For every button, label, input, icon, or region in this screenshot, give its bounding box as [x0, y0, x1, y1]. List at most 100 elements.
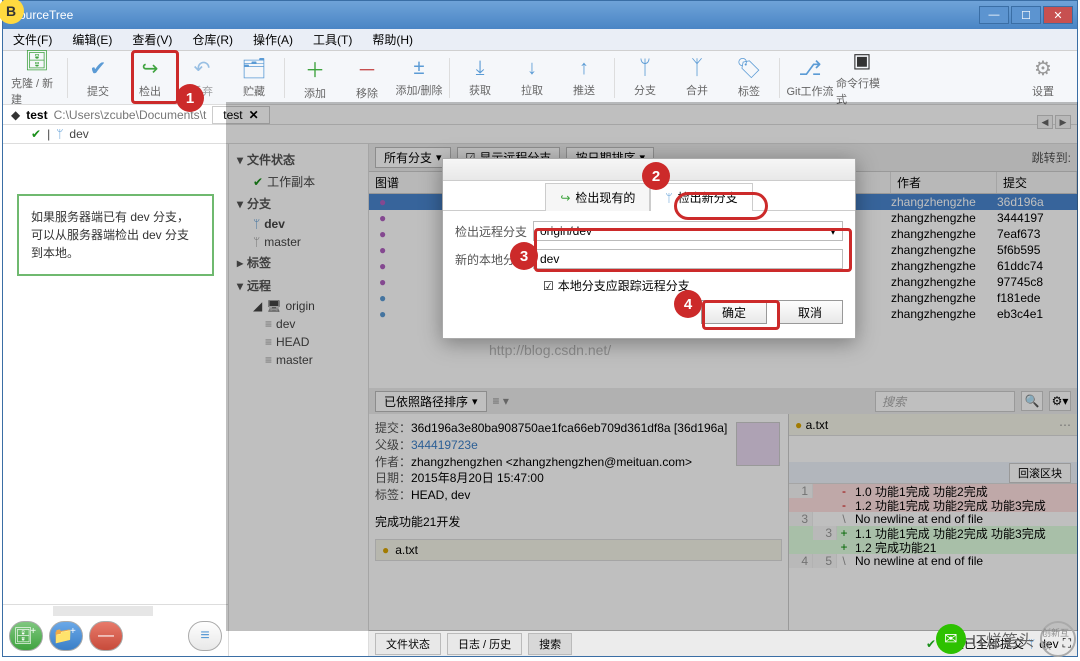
tag-button[interactable]: 🏷标签: [723, 53, 775, 103]
stash-button[interactable]: 🗂贮藏: [228, 53, 280, 103]
branch-icon: ᛘ: [665, 191, 672, 205]
col-author[interactable]: 作者: [891, 172, 997, 193]
commit-tags: HEAD, dev: [411, 488, 470, 502]
view-gear-button[interactable]: ⚙▾: [1049, 391, 1071, 411]
more-icon[interactable]: ⋯: [1059, 418, 1071, 432]
menu-repo[interactable]: 仓库(R): [186, 29, 239, 50]
commit-button[interactable]: ✔提交: [72, 53, 124, 103]
settings-button[interactable]: ⚙设置: [1017, 53, 1069, 103]
branch-filter-dropdown[interactable]: 所有分支 ▾: [375, 147, 451, 168]
menu-help[interactable]: 帮助(H): [366, 29, 419, 50]
tree-tags[interactable]: ▸ 标签: [229, 251, 368, 274]
col-commit[interactable]: 提交: [997, 172, 1077, 193]
local-branch-input[interactable]: dev: [533, 249, 843, 269]
commit-hash: 36d196a3e80ba908750ae1fca66eb709d361df8a…: [411, 421, 727, 435]
menu-view[interactable]: 查看(V): [126, 29, 178, 50]
diff-pane: ● a.txt ⋯ 回滚区块 1-1.0 功能1完成 功能2完成-1.2 功能1…: [789, 414, 1077, 630]
tab-search[interactable]: 搜索: [528, 633, 572, 655]
advisory-note: 如果服务器端已有 dev 分支，可以从服务器端检出 dev 分支到本地。: [17, 194, 214, 276]
addremove-button[interactable]: ±添加/删除: [393, 53, 445, 103]
branch-icon: ᛘ: [639, 57, 651, 80]
menu-file[interactable]: 文件(F): [7, 29, 58, 50]
pull-button[interactable]: ↓拉取: [506, 53, 558, 103]
gitflow-button[interactable]: ⎇Git工作流: [784, 53, 836, 103]
tree-origin-head[interactable]: ≡HEAD: [229, 333, 368, 351]
checkout-icon: ↪: [142, 56, 159, 81]
tab-filestatus[interactable]: 文件状态: [375, 633, 441, 655]
commit-author: zhangzhengzhen <zhangzhengzhen@meituan.c…: [411, 455, 692, 469]
delete-button[interactable]: —: [89, 621, 123, 651]
branch-button[interactable]: ᛘ分支: [619, 53, 671, 103]
tab-loghistory[interactable]: 日志 / 历史: [447, 633, 522, 655]
remote-branch-select[interactable]: origin/dev▾: [533, 221, 843, 241]
tree-origin-master[interactable]: ≡master: [229, 351, 368, 369]
checkout-button[interactable]: ↪检出: [124, 53, 176, 103]
menu-tools[interactable]: 工具(T): [307, 29, 358, 50]
commit-icon: ✔: [90, 56, 107, 81]
stash-icon: 🗂: [241, 56, 266, 81]
current-branch-label: dev: [69, 127, 88, 141]
remote-branch-icon: ≡: [265, 335, 272, 349]
callout-3: 3: [510, 242, 538, 270]
tree-origin[interactable]: ◢ 🖥origin: [229, 297, 368, 315]
menu-actions[interactable]: 操作(A): [247, 29, 299, 50]
repo-name: test: [26, 108, 47, 122]
author-avatar: [736, 422, 780, 466]
repo-tab[interactable]: test ✕: [212, 106, 269, 124]
branch-icon: ᛘ: [253, 217, 260, 231]
sidebar-scrollbar[interactable]: [3, 604, 228, 616]
parent-hash-link[interactable]: 344419723e: [411, 438, 478, 452]
tree-filestatus[interactable]: ▾ 文件状态: [229, 148, 368, 171]
add-icon: ＋: [305, 54, 325, 83]
tree-branch-master[interactable]: ᛘmaster: [229, 233, 368, 251]
search-options-button[interactable]: 🔍: [1021, 391, 1043, 411]
list-toggle-button[interactable]: ≡: [188, 621, 222, 651]
push-button[interactable]: ↑推送: [558, 53, 610, 103]
diff-line: +1.2 完成功能21: [789, 540, 1077, 554]
close-tab-icon[interactable]: ✕: [249, 108, 259, 122]
window-title: SourceTree: [7, 8, 979, 22]
path-order-dropdown[interactable]: 已依照路径排序 ▾: [375, 391, 487, 412]
menu-edit[interactable]: 编辑(E): [66, 29, 118, 50]
search-input[interactable]: 搜索: [875, 391, 1015, 412]
rollback-chunk-button[interactable]: 回滚区块: [1009, 463, 1071, 483]
csdn-watermark: http://blog.csdn.net/: [489, 342, 611, 358]
maximize-button[interactable]: ☐: [1011, 6, 1041, 24]
sidebar: 如果服务器端已有 dev 分支，可以从服务器端检出 dev 分支到本地。 🗄+ …: [3, 144, 229, 656]
close-button[interactable]: ✕: [1043, 6, 1073, 24]
terminal-button[interactable]: ▣命令行模式: [836, 53, 888, 103]
merge-button[interactable]: ᛉ合并: [671, 53, 723, 103]
tab-checkout-existing[interactable]: ↪检出现有的: [545, 183, 650, 211]
file-icon: ●: [382, 543, 389, 557]
tree-branch-dev[interactable]: ᛘdev: [229, 215, 368, 233]
remove-button[interactable]: －移除: [341, 53, 393, 103]
tree-workingcopy[interactable]: ✔工作副本: [229, 171, 368, 192]
push-icon: ↑: [579, 57, 589, 80]
fetch-button[interactable]: ⤓获取: [454, 53, 506, 103]
clone-button[interactable]: 🗄克隆 / 新建: [11, 53, 63, 103]
commit-date: 2015年8月20日 15:47:00: [411, 471, 544, 485]
commit-details: 提交：36d196a3e80ba908750ae1fca66eb709d361d…: [369, 414, 789, 630]
fetch-icon: ⤓: [476, 57, 485, 80]
tree-origin-dev[interactable]: ≡dev: [229, 315, 368, 333]
minimize-button[interactable]: —: [979, 6, 1009, 24]
nav-tree: ▾ 文件状态 ✔工作副本 ▾ 分支 ᛘdev ᛘmaster ▸ 标签 ▾ 远程…: [229, 144, 369, 656]
tree-remotes[interactable]: ▾ 远程: [229, 274, 368, 297]
remote-branch-label: 检出远程分支: [455, 223, 527, 240]
tree-branches[interactable]: ▾ 分支: [229, 192, 368, 215]
ok-button[interactable]: 确定: [701, 300, 767, 324]
menubar: 文件(F) 编辑(E) 查看(V) 仓库(R) 操作(A) 工具(T) 帮助(H…: [3, 29, 1077, 51]
cancel-button[interactable]: 取消: [777, 300, 843, 324]
add-repo-button[interactable]: 🗄+: [9, 621, 43, 651]
nav-back-icon[interactable]: ◀: [1037, 115, 1053, 129]
nav-fwd-icon[interactable]: ▶: [1055, 115, 1071, 129]
pull-icon: ↓: [527, 57, 537, 80]
changed-file-row[interactable]: ● a.txt: [375, 539, 782, 561]
wechat-icon: ✉: [936, 624, 966, 654]
repo-tab-label: test: [223, 108, 242, 122]
tab-checkout-new[interactable]: ᛘ检出新分支: [650, 183, 752, 211]
add-button[interactable]: ＋添加: [289, 53, 341, 103]
add-folder-button[interactable]: 📁+: [49, 621, 83, 651]
gear-icon: ⚙: [1034, 56, 1052, 81]
check-icon: ✔: [31, 127, 41, 141]
